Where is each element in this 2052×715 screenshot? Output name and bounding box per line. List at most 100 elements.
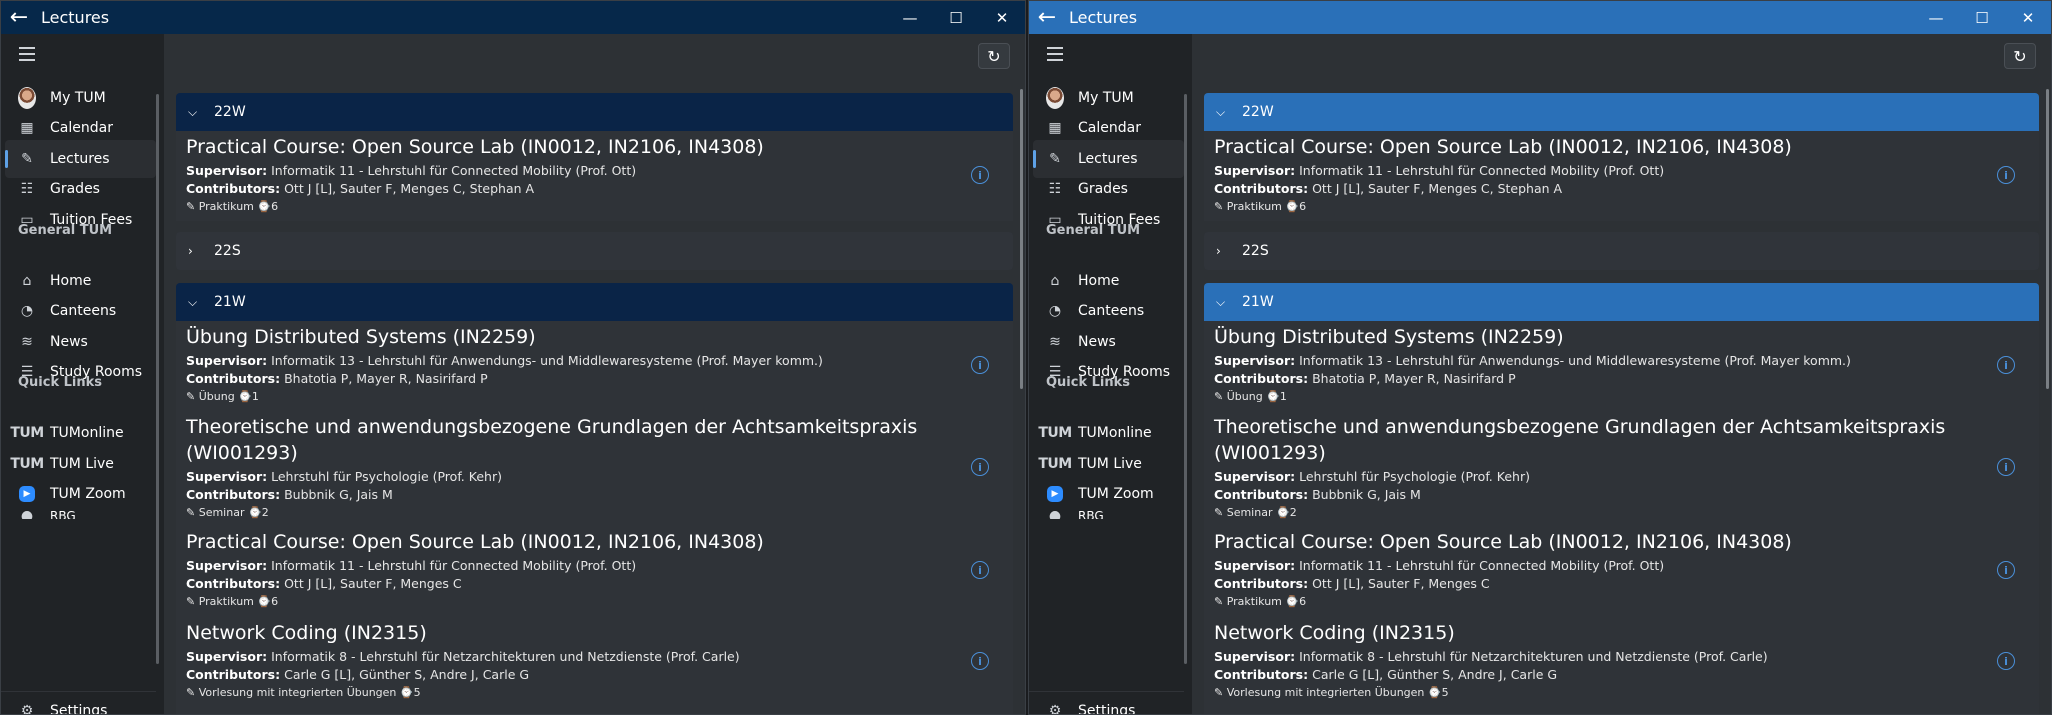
info-icon[interactable]: i — [971, 652, 989, 670]
lecture-type: Praktikum — [1226, 200, 1282, 213]
lecture-title-line-2: (WI001293) — [186, 442, 298, 464]
lecture-item[interactable]: Practical Course: Open Source Lab (IN001… — [176, 526, 1013, 616]
lecture-item[interactable]: Practical Course: Open Source Lab (IN001… — [1204, 131, 2039, 221]
tum-logo-icon: TUM — [10, 425, 44, 441]
lecture-item[interactable]: Practical Course: Open Source Lab (IN001… — [1204, 526, 2039, 616]
pencil-icon: ✎ — [186, 506, 199, 519]
info-icon[interactable]: i — [1997, 561, 2015, 579]
nav-scrollbar[interactable] — [1184, 94, 1187, 664]
navigation-pane: My TUM ▦ Calendar ✎ Lectures ☷ Grades ▭ … — [1, 34, 164, 714]
supervisor-label: Supervisor: — [1214, 163, 1296, 178]
lecture-item[interactable]: Network Coding (IN2315) Supervisor: Info… — [176, 616, 1013, 714]
info-icon[interactable]: i — [971, 166, 989, 184]
info-icon[interactable]: i — [1997, 652, 2015, 670]
chevron-down-icon: ⌵ — [188, 104, 198, 119]
nav-item-label: TUM Live — [1078, 456, 1142, 472]
content-scrollbar[interactable] — [1020, 89, 1023, 389]
lecture-item[interactable]: Übung Distributed Systems (IN2259) Super… — [176, 321, 1013, 411]
refresh-button[interactable]: ↻ — [978, 43, 1010, 69]
info-icon[interactable]: i — [971, 458, 989, 476]
hamburger-menu-icon[interactable] — [19, 47, 35, 61]
maximize-button[interactable]: ☐ — [1959, 1, 2005, 34]
nav-header-quick-links: Quick Links — [1046, 375, 1131, 390]
supervisor-label: Supervisor: — [1214, 649, 1296, 664]
pencil-icon: ✎ — [1214, 595, 1227, 608]
food-icon: ◔ — [20, 303, 34, 319]
contributors-label: Contributors: — [186, 487, 281, 502]
lecture-title: Practical Course: Open Source Lab (IN001… — [1214, 136, 1792, 158]
tum-logo-icon: TUM — [1038, 425, 1072, 441]
contributors-label: Contributors: — [186, 576, 281, 591]
lecture-sws: 6 — [1299, 200, 1307, 213]
nav-scrollbar[interactable] — [156, 94, 159, 664]
wifi-icon: ≋ — [1049, 334, 1061, 350]
lecture-item[interactable]: Network Coding (IN2315) Supervisor: Info… — [1204, 616, 2039, 714]
nav-item-settings[interactable]: ⚙ Settings — [1029, 691, 1184, 714]
lecture-sws: 1 — [1279, 390, 1287, 403]
nav-item-rbg[interactable]: ● RBG — [1, 503, 156, 519]
group-header-21w[interactable]: ⌵ 21W — [176, 283, 1013, 321]
group-header-22s[interactable]: › 22S — [1204, 232, 2039, 270]
minimize-button[interactable]: — — [887, 1, 933, 34]
supervisor-label: Supervisor: — [1214, 469, 1296, 484]
contributors-label: Contributors: — [186, 181, 281, 196]
lecture-item[interactable]: Practical Course: Open Source Lab (IN001… — [176, 131, 1013, 221]
lecture-item[interactable]: Übung Distributed Systems (IN2259) Super… — [1204, 321, 2039, 411]
lecture-meta: ✎ Praktikum ⌚6 — [1214, 595, 1306, 608]
chevron-right-icon: › — [188, 244, 193, 258]
contributors-line: Contributors: Ott J [L], Sauter F, Menge… — [186, 576, 462, 591]
pencil-icon: ✎ — [1049, 151, 1061, 167]
nav-item-label: TUM Zoom — [1078, 486, 1154, 502]
lecture-meta: ✎ Praktikum ⌚6 — [186, 595, 278, 608]
home-icon: ⌂ — [1050, 273, 1060, 289]
nav-item-label: News — [50, 334, 88, 350]
hours-icon: ⌚ — [1275, 506, 1290, 519]
info-icon[interactable]: i — [1997, 458, 2015, 476]
nav-item-label: TUM Live — [50, 456, 114, 472]
group-header-22w[interactable]: ⌵ 22W — [1204, 93, 2039, 131]
lecture-item[interactable]: Theoretische und anwendungsbezogene Grun… — [1204, 411, 2039, 526]
info-icon[interactable]: i — [1997, 356, 2015, 374]
nav-item-label: Canteens — [50, 303, 117, 319]
maximize-button[interactable]: ☐ — [933, 1, 979, 34]
info-icon[interactable]: i — [971, 561, 989, 579]
supervisor-value: Lehrstuhl für Psychologie (Prof. Kehr) — [1299, 469, 1530, 484]
lecture-item[interactable]: Theoretische und anwendungsbezogene Grun… — [176, 411, 1013, 526]
nav-item-rbg[interactable]: ● RBG — [1029, 503, 1184, 519]
back-arrow-icon[interactable]: ← — [1029, 1, 1065, 34]
group-header-21w[interactable]: ⌵ 21W — [1204, 283, 2039, 321]
lecture-meta: ✎ Praktikum ⌚6 — [1214, 200, 1306, 213]
nav-item-label: Grades — [1078, 181, 1128, 197]
refresh-button[interactable]: ↻ — [2004, 43, 2036, 69]
back-arrow-icon[interactable]: ← — [1, 1, 37, 34]
contributors-label: Contributors: — [186, 371, 281, 386]
supervisor-value: Informatik 11 - Lehrstuhl für Connected … — [1299, 163, 1665, 178]
lecture-title: Network Coding (IN2315) — [1214, 622, 1455, 644]
hamburger-menu-icon[interactable] — [1047, 47, 1063, 61]
selection-indicator — [1033, 150, 1036, 168]
nav-item-settings[interactable]: ⚙ Settings — [1, 691, 156, 715]
info-icon[interactable]: i — [971, 356, 989, 374]
refresh-icon: ↻ — [2013, 46, 2027, 66]
info-icon[interactable]: i — [1997, 166, 2015, 184]
supervisor-line: Supervisor: Informatik 11 - Lehrstuhl fü… — [1214, 558, 1664, 573]
group-header-22w[interactable]: ⌵ 22W — [176, 93, 1013, 131]
content-scrollbar[interactable] — [2046, 89, 2049, 389]
nav-item-label: TUMonline — [1078, 425, 1152, 441]
lecture-sws: 5 — [1441, 686, 1449, 699]
tum-logo-icon: TUM — [10, 456, 44, 472]
gear-icon: ⚙ — [20, 702, 34, 715]
supervisor-label: Supervisor: — [186, 353, 268, 368]
lecture-sws: 6 — [1299, 595, 1307, 608]
close-button[interactable]: ✕ — [2005, 1, 2051, 34]
selection-indicator — [5, 150, 8, 168]
supervisor-label: Supervisor: — [186, 163, 268, 178]
minimize-button[interactable]: — — [1913, 1, 1959, 34]
navigation-pane: My TUM ▦ Calendar ✎ Lectures ☷ Grades ▭ … — [1029, 34, 1192, 714]
group-header-22s[interactable]: › 22S — [176, 232, 1013, 270]
close-button[interactable]: ✕ — [979, 1, 1025, 34]
contributors-value: Bubbnik G, Jais M — [284, 487, 393, 502]
contributors-value: Ott J [L], Sauter F, Menges C, Stephan A — [284, 181, 535, 196]
lecture-type: Vorlesung mit integrierten Übungen — [198, 686, 397, 699]
screenshot: ← Lectures — ☐ ✕ My TUM ▦ Calendar ✎ Lec… — [0, 0, 2052, 715]
